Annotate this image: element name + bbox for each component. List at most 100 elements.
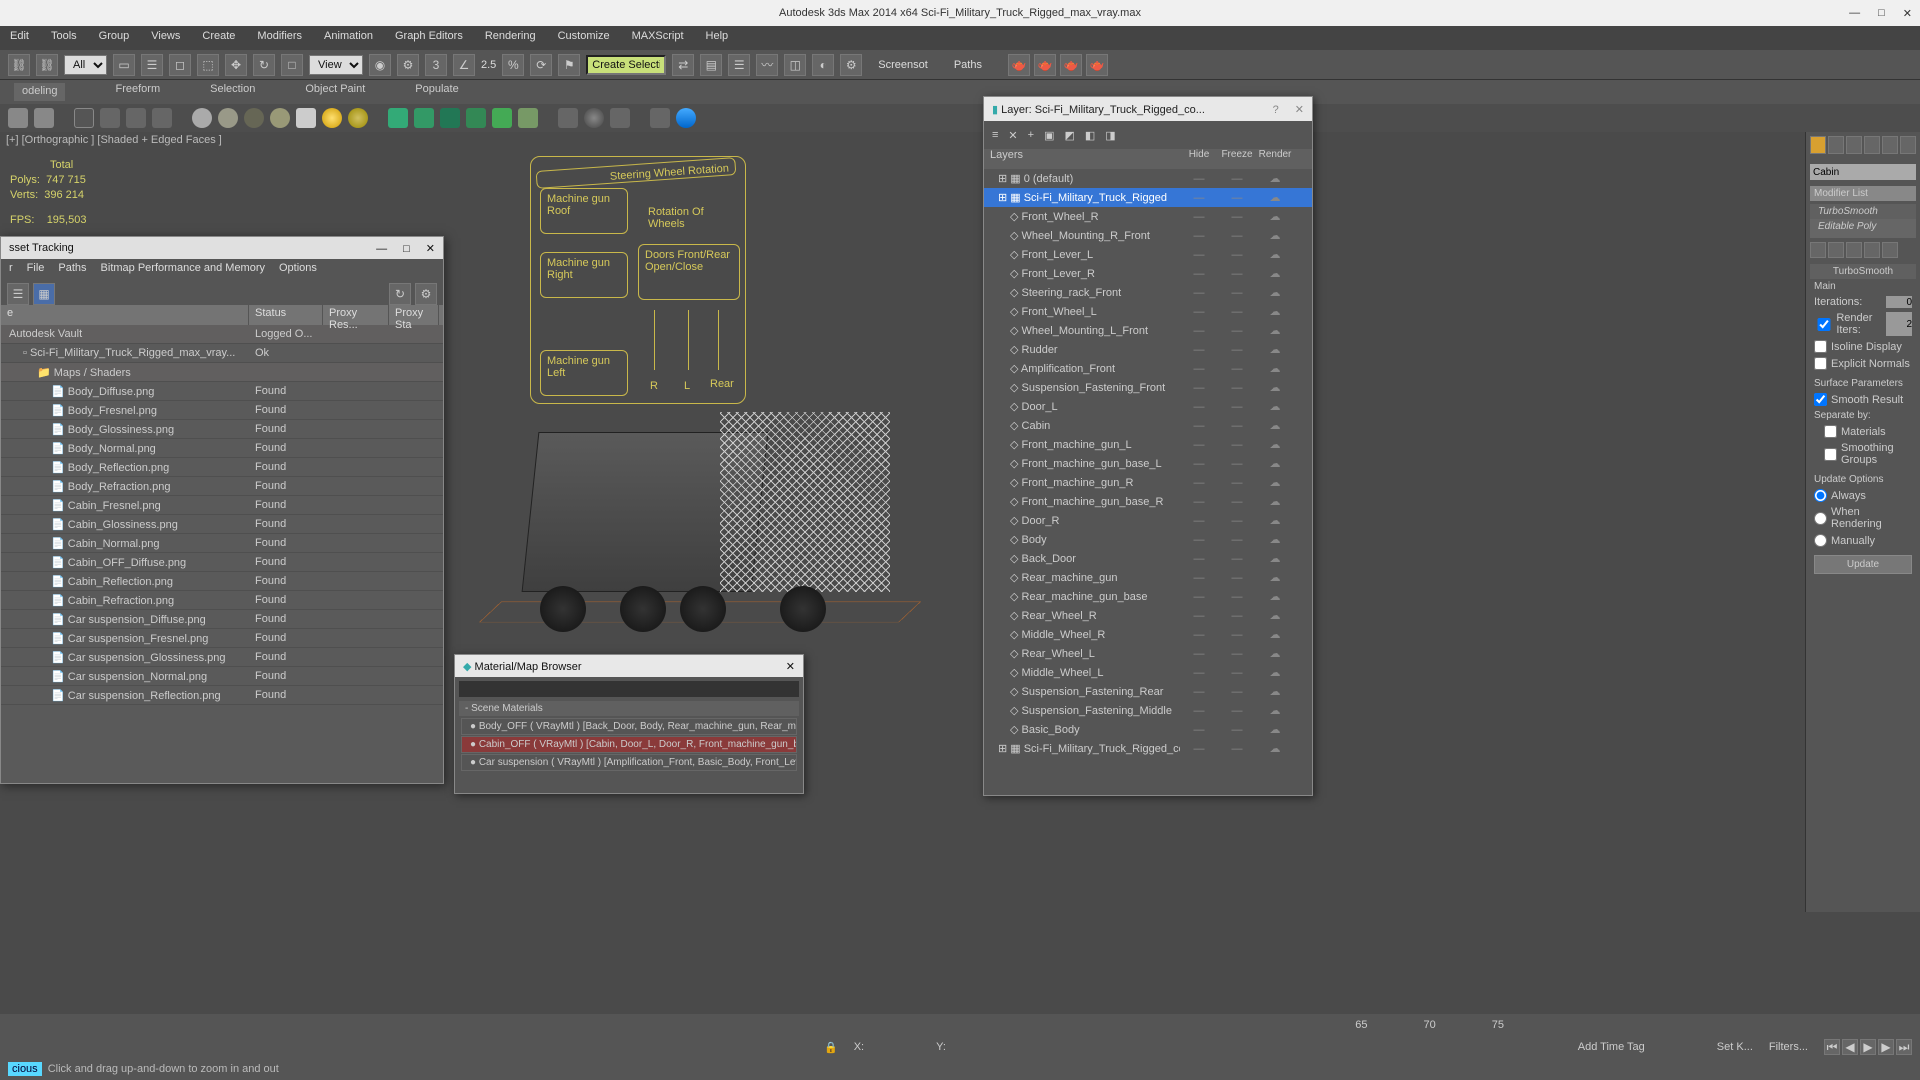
asset-row[interactable]: 📄 Cabin_OFF_Diffuse.pngFound bbox=[1, 553, 443, 572]
select-rect-icon[interactable]: ◻ bbox=[169, 54, 191, 76]
tree1-icon[interactable] bbox=[388, 108, 408, 128]
ribbon-selection[interactable]: Selection bbox=[210, 83, 255, 101]
maxscript-prompt[interactable]: cious bbox=[8, 1062, 42, 1076]
layer-row[interactable]: ◇ Rear_machine_gun_base——☁ bbox=[984, 587, 1312, 606]
named-sel-icon[interactable]: ⚑ bbox=[558, 54, 580, 76]
close-icon[interactable]: ✕ bbox=[1903, 7, 1912, 20]
menu-rendering[interactable]: Rendering bbox=[485, 30, 536, 46]
scale-icon[interactable]: □ bbox=[281, 54, 303, 76]
asset-row[interactable]: 📄 Body_Refraction.pngFound bbox=[1, 477, 443, 496]
menu-help[interactable]: Help bbox=[706, 30, 729, 46]
pivot-icon[interactable]: ◉ bbox=[369, 54, 391, 76]
move-icon[interactable]: ✥ bbox=[225, 54, 247, 76]
manually-radio[interactable] bbox=[1814, 534, 1827, 547]
geo-sphere-icon[interactable] bbox=[192, 108, 212, 128]
create-tab-icon[interactable] bbox=[1810, 136, 1826, 154]
iterations-input[interactable] bbox=[1886, 296, 1912, 308]
time-slider[interactable]: 65 70 75 bbox=[0, 1014, 1920, 1036]
material-item[interactable]: ● Car suspension ( VRayMtl ) [Amplificat… bbox=[461, 754, 797, 771]
angle-snap-icon[interactable]: ∠ bbox=[453, 54, 475, 76]
asset-row[interactable]: 📄 Body_Diffuse.pngFound bbox=[1, 382, 443, 401]
unique-icon[interactable] bbox=[1846, 242, 1862, 258]
sep-materials-check[interactable] bbox=[1824, 425, 1837, 438]
maximize-icon[interactable]: □ bbox=[1878, 7, 1885, 20]
menu-create[interactable]: Create bbox=[202, 30, 235, 46]
asset-row[interactable]: 📄 Body_Normal.pngFound bbox=[1, 439, 443, 458]
layer-row[interactable]: ◇ Front_Wheel_L——☁ bbox=[984, 302, 1312, 321]
layer-row[interactable]: ⊞ ▦ Sci-Fi_Military_Truck_Rigged——☁ bbox=[984, 188, 1312, 207]
tree2-icon[interactable] bbox=[414, 108, 434, 128]
layer-row[interactable]: ◇ Front_Lever_R——☁ bbox=[984, 264, 1312, 283]
explicit-check[interactable] bbox=[1814, 357, 1827, 370]
layer-row[interactable]: ◇ Door_L——☁ bbox=[984, 397, 1312, 416]
col-proxy-res[interactable]: Proxy Res... bbox=[323, 305, 389, 325]
layers-icon[interactable]: ☰ bbox=[728, 54, 750, 76]
layer-row[interactable]: ◇ Middle_Wheel_R——☁ bbox=[984, 625, 1312, 644]
asset-menu-item[interactable]: Bitmap Performance and Memory bbox=[101, 262, 265, 278]
create-selection-input[interactable] bbox=[586, 55, 666, 75]
asset-menu-item[interactable]: File bbox=[27, 262, 45, 278]
align-icon[interactable]: ▤ bbox=[700, 54, 722, 76]
layer-more-icon[interactable]: ◨ bbox=[1105, 129, 1115, 142]
teapot2-icon[interactable]: 🫖 bbox=[1034, 54, 1056, 76]
material-item[interactable]: ● Body_OFF ( VRayMtl ) [Back_Door, Body,… bbox=[461, 718, 797, 735]
asset-row[interactable]: ▫ Sci-Fi_Military_Truck_Rigged_max_vray.… bbox=[1, 344, 443, 363]
teapot-icon[interactable]: 🫖 bbox=[1008, 54, 1030, 76]
min-icon[interactable]: — bbox=[376, 243, 387, 255]
material-item[interactable]: ● Cabin_OFF ( VRayMtl ) [Cabin, Door_L, … bbox=[461, 736, 797, 753]
hierarchy-tab-icon[interactable] bbox=[1846, 136, 1862, 154]
pyramid-icon[interactable] bbox=[296, 108, 316, 128]
isoline-check[interactable] bbox=[1814, 340, 1827, 353]
layer-panel[interactable]: ▮ Layer: Sci-Fi_Military_Truck_Rigged_co… bbox=[983, 96, 1313, 796]
tree4-icon[interactable] bbox=[466, 108, 486, 128]
tool-icon[interactable] bbox=[650, 108, 670, 128]
viewport-label[interactable]: [+] [Orthographic ] [Shaded + Edged Face… bbox=[6, 134, 222, 146]
layer-list[interactable]: ⊞ ▦ 0 (default)——☁⊞ ▦ Sci-Fi_Military_Tr… bbox=[984, 169, 1312, 769]
stack-editable-poly[interactable]: Editable Poly bbox=[1810, 219, 1916, 234]
add-time-tag-button[interactable]: Add Time Tag bbox=[1578, 1041, 1645, 1053]
asset-row[interactable]: 📄 Car suspension_Diffuse.pngFound bbox=[1, 610, 443, 629]
menu-views[interactable]: Views bbox=[151, 30, 180, 46]
help-icon[interactable]: ? bbox=[1273, 104, 1279, 116]
menu-group[interactable]: Group bbox=[99, 30, 130, 46]
col-layers[interactable]: Layers bbox=[984, 149, 1180, 169]
goto-end-icon[interactable]: ⏭ bbox=[1896, 1039, 1912, 1055]
play-icon[interactable]: ▶ bbox=[1860, 1039, 1876, 1055]
show-icon[interactable] bbox=[1828, 242, 1844, 258]
misc1-icon[interactable] bbox=[558, 108, 578, 128]
lock-icon[interactable]: 🔒 bbox=[824, 1041, 838, 1054]
smooth-result-check[interactable] bbox=[1814, 393, 1827, 406]
link-icon[interactable]: ⛓ bbox=[8, 54, 30, 76]
asset-menu-item[interactable]: Options bbox=[279, 262, 317, 278]
select-name-icon[interactable]: ☰ bbox=[141, 54, 163, 76]
utilities-tab-icon[interactable] bbox=[1900, 136, 1916, 154]
layer-row[interactable]: ◇ Suspension_Fastening_Middle——☁ bbox=[984, 701, 1312, 720]
sun-icon[interactable] bbox=[322, 108, 342, 128]
manip-icon[interactable]: ⚙ bbox=[397, 54, 419, 76]
layer-row[interactable]: ◇ Back_Door——☁ bbox=[984, 549, 1312, 568]
layer-row[interactable]: ◇ Middle_Wheel_L——☁ bbox=[984, 663, 1312, 682]
plane-icon[interactable] bbox=[34, 108, 54, 128]
layer-hl-icon[interactable]: ◩ bbox=[1064, 129, 1074, 142]
asset-row[interactable]: 📄 Cabin_Normal.pngFound bbox=[1, 534, 443, 553]
set-key-button[interactable]: Set K... bbox=[1717, 1041, 1753, 1053]
refcoord-select[interactable]: View bbox=[309, 55, 363, 75]
sep-sg-check[interactable] bbox=[1824, 448, 1837, 461]
layer-row[interactable]: ⊞ ▦ Sci-Fi_Military_Truck_Rigged_control… bbox=[984, 739, 1312, 758]
spinner-snap-icon[interactable]: ⟳ bbox=[530, 54, 552, 76]
select-window-icon[interactable]: ⬚ bbox=[197, 54, 219, 76]
menu-modifiers[interactable]: Modifiers bbox=[257, 30, 302, 46]
layer-row[interactable]: ◇ Suspension_Fastening_Rear——☁ bbox=[984, 682, 1312, 701]
layer-row[interactable]: ◇ Front_machine_gun_L——☁ bbox=[984, 435, 1312, 454]
config-icon[interactable] bbox=[1882, 242, 1898, 258]
asset-row[interactable]: 📄 Car suspension_Glossiness.pngFound bbox=[1, 648, 443, 667]
paths-label[interactable]: Paths bbox=[954, 59, 982, 71]
ribbon-object-paint[interactable]: Object Paint bbox=[305, 83, 365, 101]
layer-row[interactable]: ◇ Rear_machine_gun——☁ bbox=[984, 568, 1312, 587]
col-render[interactable]: Render bbox=[1256, 149, 1294, 169]
selection-filter-select[interactable]: All bbox=[64, 55, 107, 75]
asset-row[interactable]: 📁 Maps / Shaders bbox=[1, 363, 443, 382]
screenshot-label[interactable]: Screensot bbox=[878, 59, 928, 71]
stack-turbosmooth[interactable]: TurboSmooth bbox=[1810, 204, 1916, 219]
col-freeze[interactable]: Freeze bbox=[1218, 149, 1256, 169]
